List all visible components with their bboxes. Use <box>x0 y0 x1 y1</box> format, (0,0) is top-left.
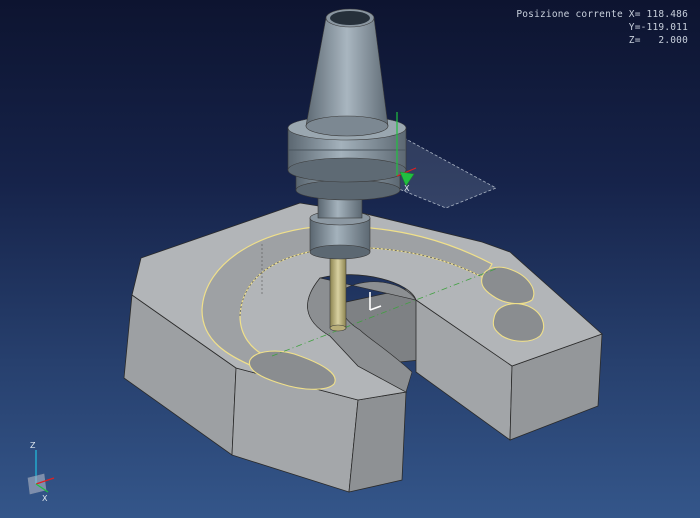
readout-y: Y=-119.011 <box>628 22 688 33</box>
svg-text:X: X <box>404 184 410 193</box>
triad-z-label: Z <box>30 441 36 450</box>
3d-viewport[interactable]: X Z X Posizione corrente X= 118.486 Y=-11… <box>0 0 700 518</box>
readout-x: X= 118.486 <box>628 9 688 20</box>
readout-label: Posizione corrente <box>516 9 623 20</box>
taper-cone <box>305 17 389 127</box>
tool-shank <box>329 251 347 329</box>
cad-scene[interactable]: X Z X <box>0 0 700 518</box>
left-end-face <box>348 391 407 493</box>
position-readout: Posizione corrente X= 118.486 Y=-119.011 Z… <box>516 8 688 47</box>
readout-z: Z= 2.000 <box>628 35 688 46</box>
triad-x-label: X <box>42 494 48 503</box>
view-triad[interactable]: Z X <box>27 441 55 503</box>
